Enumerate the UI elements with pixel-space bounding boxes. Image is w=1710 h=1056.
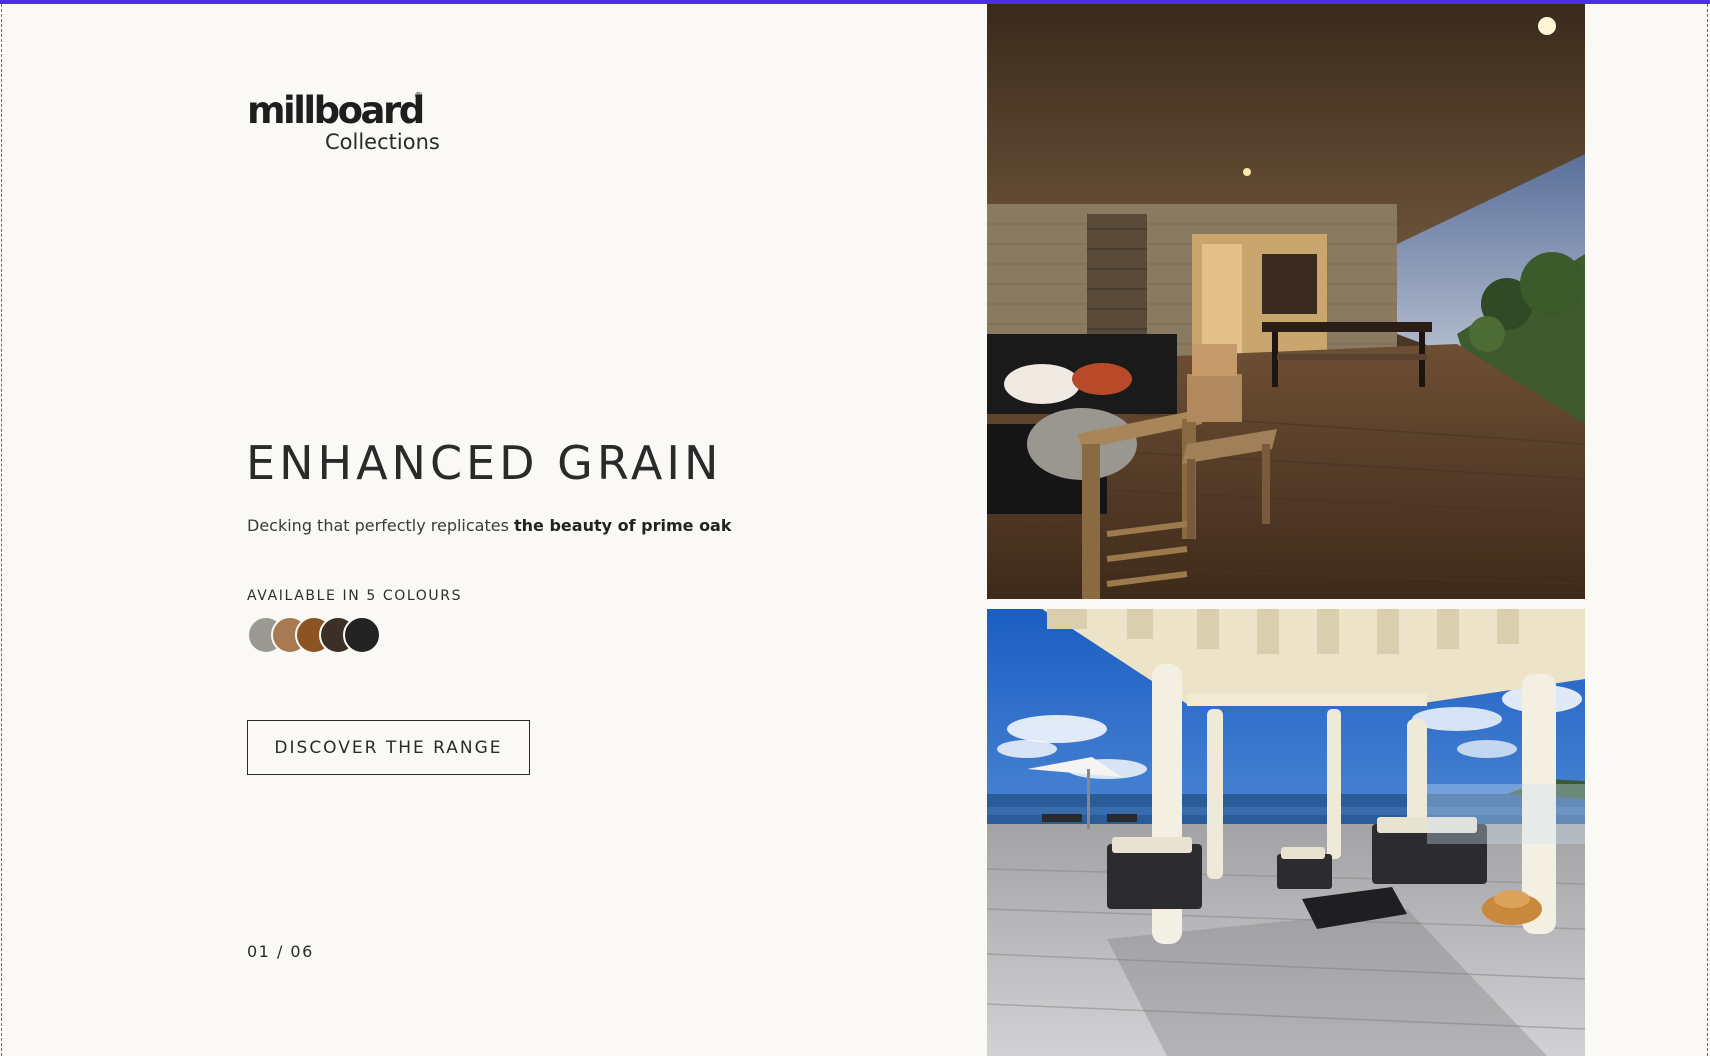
colours-label: AVAILABLE IN 5 COLOURS [247,588,463,604]
logo-registered-mark: ® [415,91,423,102]
swatch-charcoal[interactable] [343,616,381,654]
millboard-logo[interactable]: millboard ® Collections [247,90,467,160]
tagline-emphasis: the beauty of prime oak [514,516,732,535]
product-tagline: Decking that perfectly replicates the be… [247,515,732,537]
right-edge-guide [1707,4,1708,1056]
tagline-text: Decking that perfectly replicates [247,516,515,535]
sea-view-pergola-photo [987,609,1585,1056]
left-edge-guide [1,4,2,1056]
discover-range-button[interactable]: DISCOVER THE RANGE [247,720,530,775]
slide-counter: 01 / 06 [247,942,314,961]
colour-swatches [247,616,397,654]
logo-subtitle: Collections [325,130,440,154]
product-headline: ENHANCED GRAIN [246,436,723,490]
covered-patio-photo [987,4,1585,599]
logo-wordmark: millboard [247,89,425,132]
